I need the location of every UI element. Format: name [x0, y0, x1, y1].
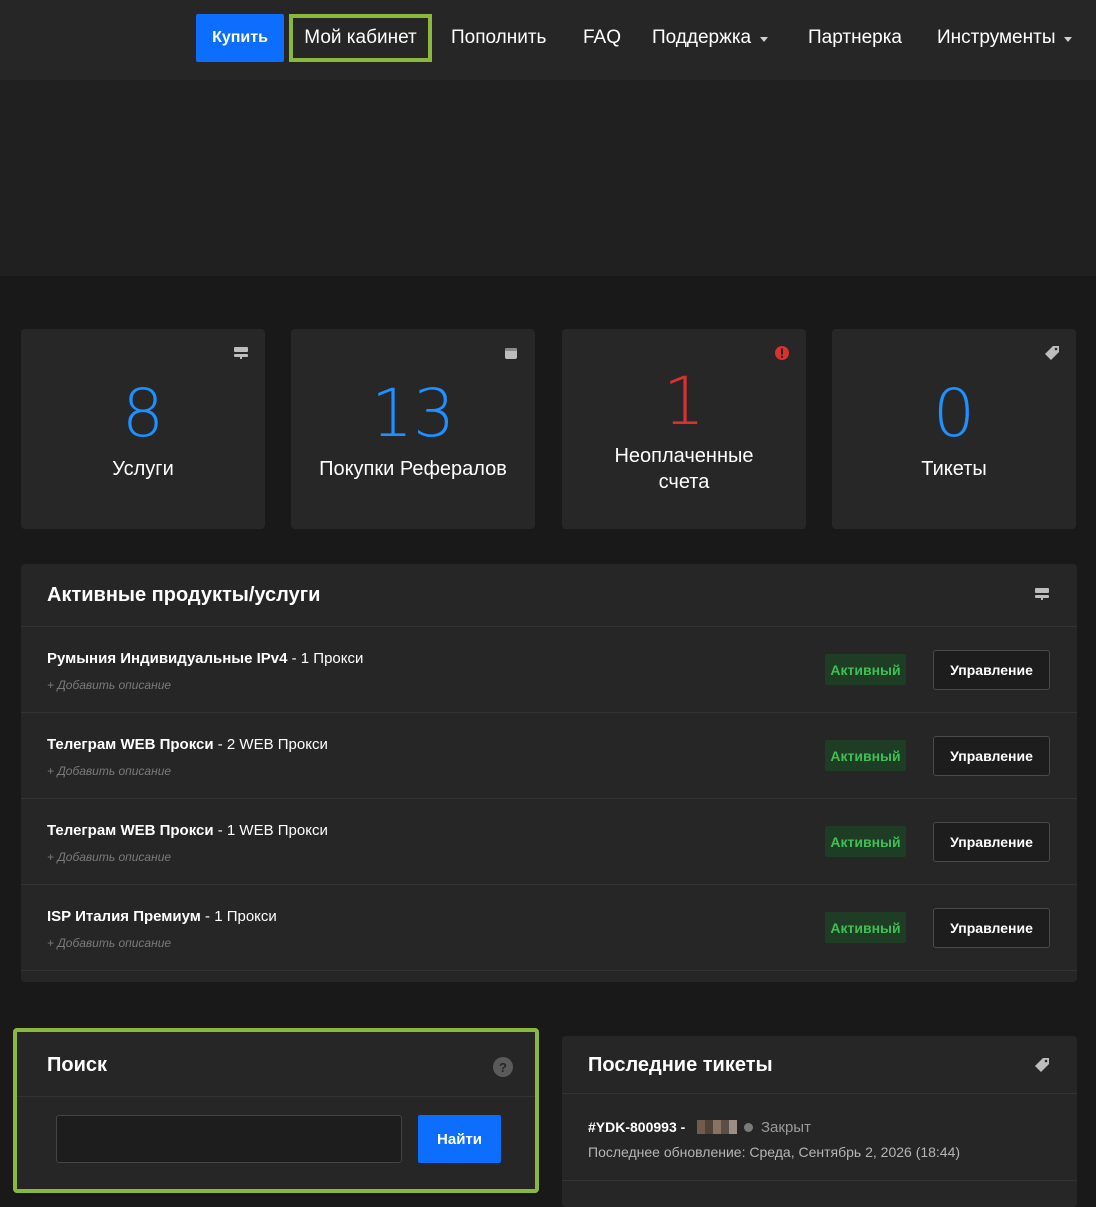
recent-tickets-panel: Последние тикеты #YDK-800993 - Закрыт По…	[562, 1036, 1077, 1207]
product-name[interactable]: ISP Италия Премиум - 1 Прокси	[47, 908, 277, 925]
panel-title: Поиск	[47, 1054, 108, 1076]
divider	[562, 1093, 1077, 1094]
nav-support-label: Поддержка	[652, 27, 752, 48]
nav-tools-label: Инструменты	[937, 27, 1056, 48]
divider	[562, 1180, 1077, 1181]
search-button[interactable]: Найти	[418, 1115, 501, 1163]
stat-value: 8	[122, 375, 164, 452]
nav-my-account[interactable]: Мой кабинет	[289, 14, 432, 62]
ticket-subject-redacted	[697, 1120, 737, 1134]
product-row: Телеграм WEB Прокси - 2 WEB Прокси + Доб…	[21, 713, 1077, 799]
manage-button[interactable]: Управление	[933, 650, 1050, 690]
alert-circle-icon	[775, 346, 789, 360]
status-badge: Активный	[825, 826, 906, 857]
search-panel: Поиск ? Найти	[13, 1028, 539, 1193]
add-description-link[interactable]: + Добавить описание	[47, 764, 171, 778]
panel-title: Последние тикеты	[588, 1054, 773, 1076]
product-name[interactable]: Телеграм WEB Прокси - 2 WEB Прокси	[47, 736, 328, 753]
search-input[interactable]	[56, 1115, 402, 1163]
server-icon	[1035, 588, 1049, 600]
stat-tile-services[interactable]: 8 Услуги	[21, 329, 265, 529]
status-badge: Активный	[825, 654, 906, 685]
divider	[17, 1096, 535, 1097]
status-badge: Активный	[825, 740, 906, 771]
stat-tile-referral-purchases[interactable]: 13 Покупки Рефералов	[291, 329, 535, 529]
tag-icon	[1045, 346, 1059, 360]
buy-button[interactable]: Купить	[196, 14, 284, 62]
product-row: Телеграм WEB Прокси - 1 WEB Прокси + Доб…	[21, 799, 1077, 885]
product-name[interactable]: Телеграм WEB Прокси - 1 WEB Прокси	[47, 822, 328, 839]
manage-button[interactable]: Управление	[933, 822, 1050, 862]
stat-tile-unpaid-invoices[interactable]: 1 Неоплаченные счета	[562, 329, 806, 529]
hero-banner	[0, 80, 1096, 276]
wallet-icon	[505, 348, 517, 359]
stat-value: 13	[371, 375, 455, 452]
ticket-status: Закрыт	[761, 1119, 811, 1136]
product-name[interactable]: Румыния Индивидуальные IPv4 - 1 Прокси	[47, 650, 363, 667]
chevron-down-icon	[1064, 36, 1073, 42]
manage-button[interactable]: Управление	[933, 908, 1050, 948]
nav-faq[interactable]: FAQ	[583, 14, 621, 62]
tag-icon	[1035, 1058, 1049, 1072]
nav-top-up[interactable]: Пополнить	[451, 14, 546, 62]
product-row: ISP Италия Премиум - 1 Прокси + Добавить…	[21, 885, 1077, 971]
active-products-panel: Активные продукты/услуги Румыния Индивид…	[21, 564, 1077, 982]
stat-label: Услуги	[112, 458, 174, 480]
server-icon	[234, 347, 248, 359]
chevron-down-icon	[760, 36, 769, 42]
stat-label: Неоплаченные счета	[614, 445, 754, 493]
stat-value: 0	[933, 375, 975, 452]
stat-tile-tickets[interactable]: 0 Тикеты	[832, 329, 1076, 529]
add-description-link[interactable]: + Добавить описание	[47, 850, 171, 864]
nav-tools-dropdown[interactable]: Инструменты	[937, 14, 1073, 62]
product-row: Румыния Индивидуальные IPv4 - 1 Прокси +…	[21, 627, 1077, 713]
ticket-last-updated: Последнее обновление: Среда, Сентябрь 2,…	[588, 1144, 961, 1160]
ticket-link[interactable]: #YDK-800993 -	[588, 1119, 685, 1135]
add-description-link[interactable]: + Добавить описание	[47, 936, 171, 950]
stat-label: Покупки Рефералов	[319, 458, 507, 480]
status-dot-icon	[744, 1123, 753, 1132]
status-badge: Активный	[825, 912, 906, 943]
top-navbar: Купить Мой кабинет Пополнить FAQ Поддерж…	[0, 0, 1096, 80]
stat-label: Тикеты	[921, 458, 987, 480]
nav-support-dropdown[interactable]: Поддержка	[652, 14, 769, 62]
help-icon[interactable]: ?	[493, 1057, 513, 1077]
panel-title: Активные продукты/услуги	[47, 584, 321, 606]
add-description-link[interactable]: + Добавить описание	[47, 678, 171, 692]
manage-button[interactable]: Управление	[933, 736, 1050, 776]
nav-partner[interactable]: Партнерка	[808, 14, 902, 62]
stat-value: 1	[663, 363, 705, 440]
